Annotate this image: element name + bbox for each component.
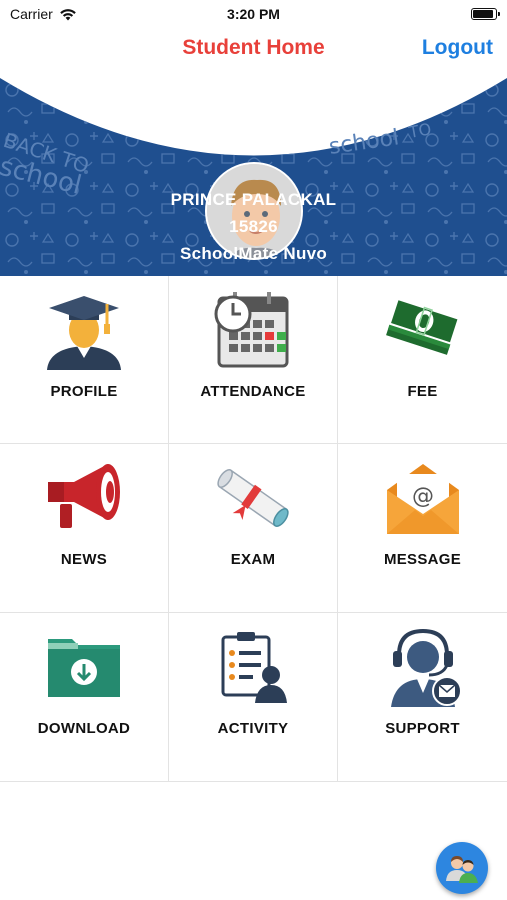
menu-tile-activity[interactable]: ACTIVITY	[169, 613, 338, 782]
menu-label: SUPPORT	[385, 720, 460, 737]
battery-level	[473, 10, 493, 18]
menu-label: NEWS	[60, 551, 108, 568]
switch-user-icon	[446, 856, 478, 883]
menu-label: PROFILE	[50, 383, 118, 400]
logout-button[interactable]: Logout	[422, 36, 493, 60]
switch-user-button[interactable]	[436, 842, 488, 894]
navigation-bar: Student Home Logout	[0, 28, 507, 70]
menu-tile-profile[interactable]: PROFILE	[0, 276, 169, 444]
student-name: PRINCE PALACKAL	[170, 190, 337, 209]
support-agent-icon	[338, 627, 507, 707]
envelope-icon: @	[338, 458, 507, 538]
svg-text:TO: TO	[406, 119, 432, 142]
svg-text:@: @	[412, 484, 434, 509]
menu-tile-exam[interactable]: EXAM	[169, 444, 338, 613]
clipboard-person-icon	[169, 627, 337, 707]
menu-label: DOWNLOAD	[37, 720, 131, 737]
megaphone-icon	[0, 458, 168, 538]
folder-download-icon	[0, 627, 168, 707]
school-name: SchoolMate Nuvo	[179, 244, 328, 263]
money-icon	[338, 290, 507, 370]
calendar-clock-icon	[169, 290, 337, 370]
profile-banner: BACK TO school school TO PRINCE PALACKAL…	[0, 78, 507, 276]
battery-icon	[471, 8, 500, 20]
menu-tile-news[interactable]: NEWS	[0, 444, 169, 613]
menu-label: EXAM	[230, 551, 276, 568]
menu-label: ATTENDANCE	[200, 383, 306, 400]
status-bar: Carrier 3:20 PM	[0, 0, 507, 28]
menu-tile-message[interactable]: @ MESSAGE	[338, 444, 507, 613]
menu-grid: PROFILE ATTENDANCE FEE NEWS EXAM @ MESSA…	[0, 276, 507, 782]
student-id: 15826	[229, 217, 278, 236]
menu-label: FEE	[407, 383, 438, 400]
menu-label: ACTIVITY	[217, 720, 289, 737]
menu-tile-support[interactable]: SUPPORT	[338, 613, 507, 782]
menu-tile-download[interactable]: DOWNLOAD	[0, 613, 169, 782]
diploma-icon	[169, 458, 337, 538]
graduate-icon	[0, 290, 168, 370]
menu-tile-attendance[interactable]: ATTENDANCE	[169, 276, 338, 444]
menu-label: MESSAGE	[383, 551, 462, 568]
status-time: 3:20 PM	[227, 6, 280, 22]
menu-tile-fee[interactable]: FEE	[338, 276, 507, 444]
